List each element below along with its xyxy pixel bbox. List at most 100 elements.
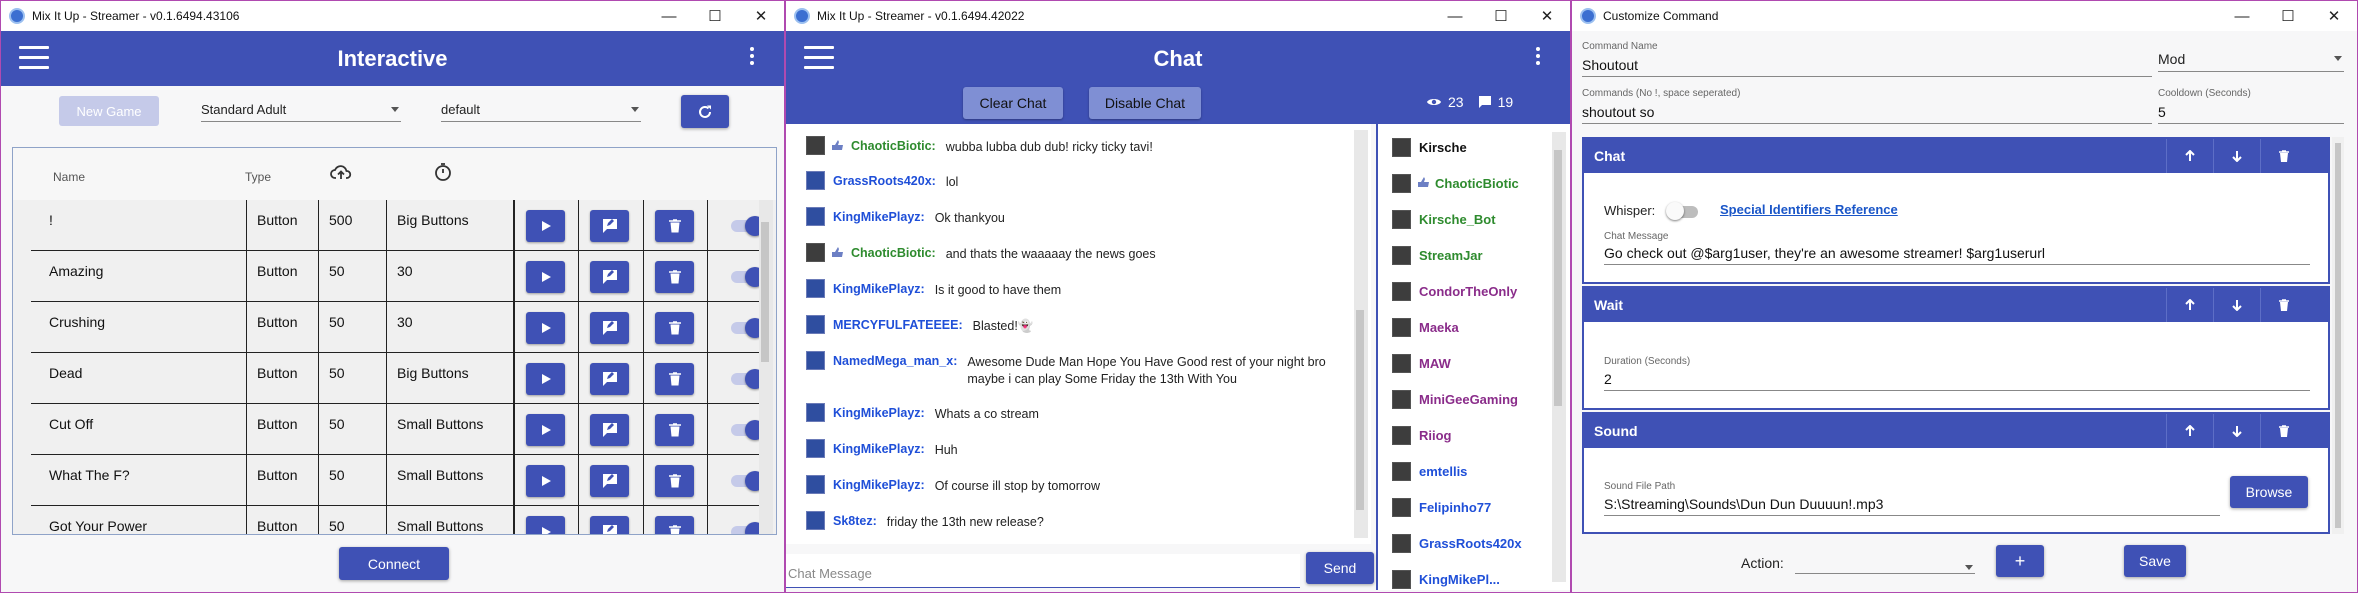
chat-message-field[interactable]: Go check out @$arg1user, they're an awes…: [1604, 245, 2310, 265]
avatar[interactable]: [806, 315, 825, 334]
avatar[interactable]: [806, 243, 825, 262]
delete-button[interactable]: [655, 465, 694, 497]
avatar[interactable]: [806, 403, 825, 422]
delete-button[interactable]: [655, 261, 694, 293]
whisper-toggle[interactable]: [1666, 202, 1700, 220]
chat-scrollbar[interactable]: [1354, 130, 1368, 538]
move-up-button[interactable]: [2166, 139, 2212, 173]
table-row[interactable]: Cut Off Button 50 Small Buttons: [31, 404, 765, 455]
add-action-button[interactable]: +: [1996, 545, 2044, 577]
new-game-button[interactable]: New Game: [59, 96, 159, 126]
edit-button[interactable]: [590, 465, 629, 497]
avatar[interactable]: [806, 207, 825, 226]
avatar[interactable]: [806, 171, 825, 190]
table-scrollbar[interactable]: [759, 200, 773, 534]
play-button[interactable]: [526, 210, 565, 242]
move-down-button[interactable]: [2213, 139, 2259, 173]
minimize-icon[interactable]: —: [646, 1, 692, 31]
duration-field[interactable]: 2: [1604, 371, 2310, 391]
move-up-button[interactable]: [2166, 414, 2212, 448]
more-vert-icon[interactable]: [1536, 47, 1540, 68]
delete-button[interactable]: [655, 414, 694, 446]
chat-username[interactable]: MERCYFULFATEEEE:: [833, 315, 963, 332]
user-list-item[interactable]: Kirsche_Bot: [1392, 210, 1496, 229]
play-button[interactable]: [526, 414, 565, 446]
user-list-item[interactable]: KingMikePl...: [1392, 570, 1500, 589]
play-button[interactable]: [526, 516, 565, 534]
user-list-item[interactable]: Maeka: [1392, 318, 1459, 337]
chat-username[interactable]: GrassRoots420x:: [833, 171, 936, 188]
delete-button[interactable]: [655, 312, 694, 344]
permission-select[interactable]: Mod: [2158, 51, 2344, 72]
avatar[interactable]: [806, 136, 825, 155]
clear-chat-button[interactable]: Clear Chat: [963, 87, 1063, 119]
play-button[interactable]: [526, 465, 565, 497]
close-icon[interactable]: ✕: [1524, 1, 1570, 31]
table-row[interactable]: Dead Button 50 Big Buttons: [31, 353, 765, 404]
table-row[interactable]: ! Button 500 Big Buttons: [31, 200, 765, 251]
avatar[interactable]: [806, 279, 825, 298]
user-list-item[interactable]: MAW: [1392, 354, 1451, 373]
browse-button[interactable]: Browse: [2230, 476, 2308, 508]
user-list-item[interactable]: emtellis: [1392, 462, 1467, 481]
connect-button[interactable]: Connect: [339, 547, 449, 580]
user-list-item[interactable]: MiniGeeGaming: [1392, 390, 1518, 409]
maximize-icon[interactable]: ☐: [692, 1, 738, 31]
menu-icon[interactable]: [804, 46, 834, 76]
user-list-item[interactable]: ChaoticBiotic: [1392, 174, 1519, 193]
delete-button[interactable]: [655, 363, 694, 395]
disable-chat-button[interactable]: Disable Chat: [1089, 87, 1201, 119]
table-row[interactable]: Amazing Button 50 30: [31, 251, 765, 302]
table-row[interactable]: Got Your Power Button 50 Small Buttons: [31, 506, 765, 534]
move-down-button[interactable]: [2213, 414, 2259, 448]
actions-scrollbar[interactable]: [2332, 137, 2344, 534]
user-list-item[interactable]: Riiog: [1392, 426, 1452, 445]
save-button[interactable]: Save: [2124, 545, 2186, 577]
action-select[interactable]: [1795, 560, 1975, 574]
delete-button[interactable]: [2260, 288, 2306, 322]
play-button[interactable]: [526, 312, 565, 344]
table-row[interactable]: What The F? Button 50 Small Buttons: [31, 455, 765, 506]
more-vert-icon[interactable]: [750, 47, 754, 68]
move-down-button[interactable]: [2213, 288, 2259, 322]
user-list-item[interactable]: StreamJar: [1392, 246, 1483, 265]
group-select[interactable]: default: [441, 102, 641, 122]
edit-button[interactable]: [590, 210, 629, 242]
menu-icon[interactable]: [19, 46, 49, 76]
chat-username[interactable]: Sk8tez:: [833, 511, 877, 528]
chat-username[interactable]: KingMikePlayz:: [833, 439, 925, 456]
close-icon[interactable]: ✕: [738, 1, 784, 31]
send-button[interactable]: Send: [1306, 552, 1374, 584]
play-button[interactable]: [526, 363, 565, 395]
command-name-field[interactable]: Shoutout: [1582, 57, 2152, 77]
scene-select[interactable]: Standard Adult: [201, 102, 401, 122]
chat-username[interactable]: KingMikePlayz:: [833, 403, 925, 420]
delete-button[interactable]: [655, 210, 694, 242]
edit-button[interactable]: [590, 312, 629, 344]
cooldown-field[interactable]: 5: [2158, 104, 2344, 124]
delete-button[interactable]: [2260, 414, 2306, 448]
edit-button[interactable]: [590, 414, 629, 446]
user-list-item[interactable]: CondorTheOnly: [1392, 282, 1517, 301]
refresh-button[interactable]: [681, 95, 729, 128]
move-up-button[interactable]: [2166, 288, 2212, 322]
edit-button[interactable]: [590, 516, 629, 534]
chat-input[interactable]: Chat Message: [786, 554, 1300, 588]
avatar[interactable]: [806, 439, 825, 458]
close-icon[interactable]: ✕: [2311, 1, 2357, 31]
chat-username[interactable]: ChaoticBiotic:: [851, 243, 936, 260]
maximize-icon[interactable]: ☐: [1478, 1, 1524, 31]
minimize-icon[interactable]: —: [1432, 1, 1478, 31]
user-list-scrollbar[interactable]: [1552, 132, 1566, 582]
table-row[interactable]: Crushing Button 50 30: [31, 302, 765, 353]
avatar[interactable]: [806, 511, 825, 530]
chat-username[interactable]: ChaoticBiotic:: [851, 136, 936, 153]
delete-button[interactable]: [655, 516, 694, 534]
user-list-item[interactable]: GrassRoots420x: [1392, 534, 1522, 553]
commands-field[interactable]: shoutout so: [1582, 104, 2152, 124]
play-button[interactable]: [526, 261, 565, 293]
delete-button[interactable]: [2260, 139, 2306, 173]
chat-username[interactable]: KingMikePlayz:: [833, 475, 925, 492]
avatar[interactable]: [806, 475, 825, 494]
minimize-icon[interactable]: —: [2219, 1, 2265, 31]
